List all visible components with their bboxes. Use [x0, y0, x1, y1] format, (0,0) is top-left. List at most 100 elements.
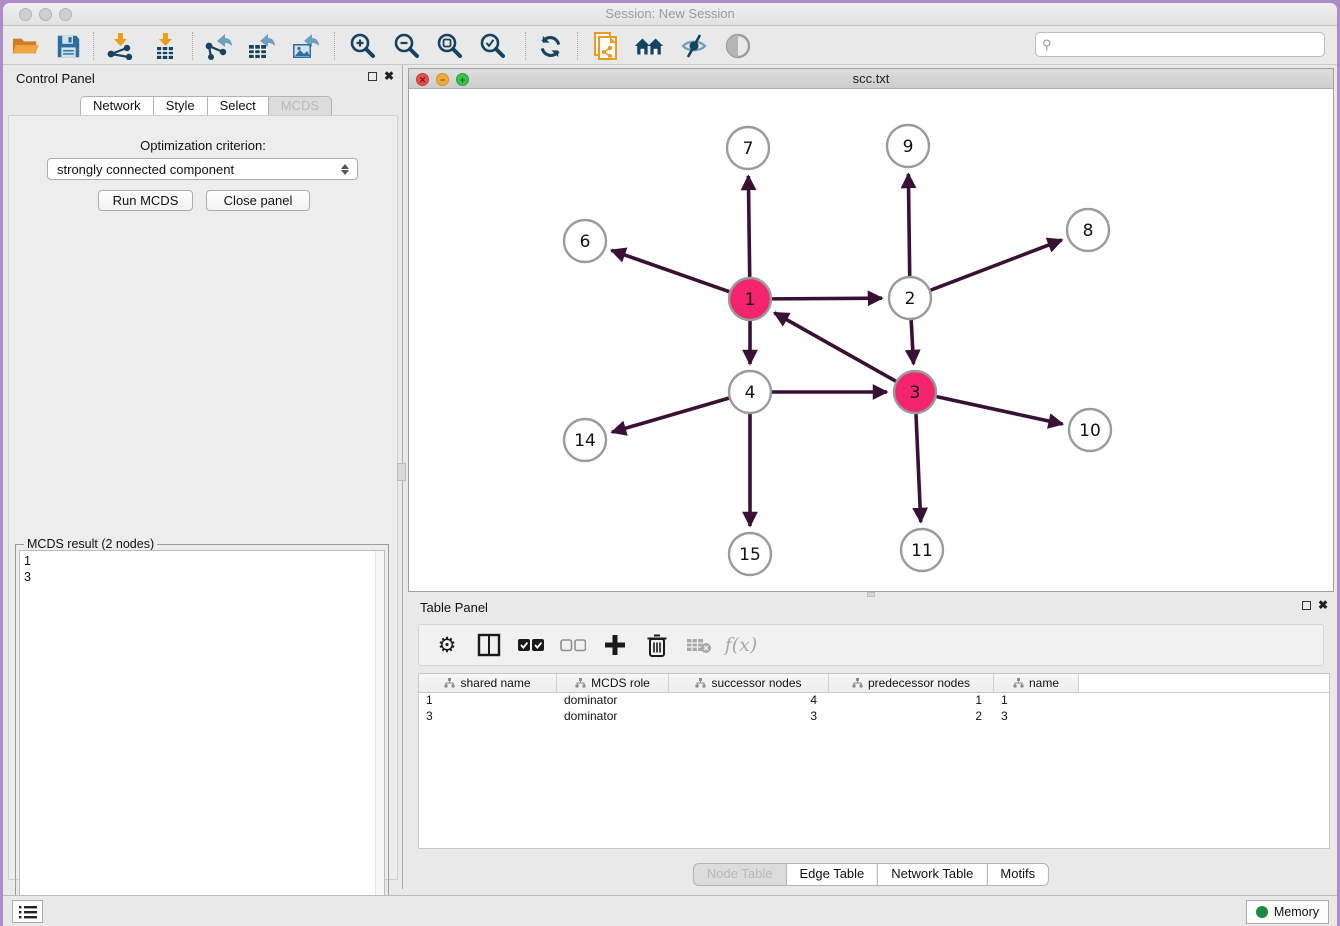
cell-successor-nodes[interactable]: 3 [669, 709, 829, 725]
show-all-button[interactable] [721, 30, 755, 62]
zoom-fit-button[interactable] [432, 30, 466, 62]
graph-node-14[interactable]: 14 [564, 419, 606, 461]
tab-edge-table[interactable]: Edge Table [785, 863, 878, 886]
memory-button[interactable]: Memory [1246, 900, 1329, 924]
zoom-in-button[interactable] [345, 30, 379, 62]
graph-node-4[interactable]: 4 [729, 371, 771, 413]
graph-edge-1-6[interactable] [611, 250, 729, 291]
apply-function-button[interactable]: f(x) [727, 631, 755, 659]
column-type-icon [444, 678, 455, 688]
graph-node-8[interactable]: 8 [1067, 209, 1109, 251]
cell-name[interactable]: 1 [994, 693, 1079, 709]
table-row[interactable]: 1dominator411 [419, 693, 1329, 709]
graph-edge-3-1[interactable] [774, 313, 895, 381]
close-panel-icon[interactable]: ✖ [384, 71, 394, 81]
search-input[interactable] [1052, 38, 1324, 52]
refresh-icon [537, 33, 564, 60]
run-mcds-button[interactable]: Run MCDS [98, 190, 193, 211]
import-network-button[interactable] [103, 30, 137, 62]
column-header-label: MCDS role [591, 676, 650, 690]
tab-node-table[interactable]: Node Table [693, 863, 787, 886]
toolbar-separator [525, 32, 526, 60]
graph-edge-2-3[interactable] [911, 320, 913, 364]
mcds-tab-content: Optimization criterion: strongly connect… [8, 115, 398, 880]
table-tabs: Node TableEdge TableNetwork TableMotifs [693, 863, 1049, 886]
cell-successor-nodes[interactable]: 4 [669, 693, 829, 709]
graph-edge-4-14[interactable] [612, 398, 729, 432]
export-network-button[interactable] [201, 30, 235, 62]
duplicate-network-button[interactable] [588, 30, 622, 62]
close-panel-button[interactable]: Close panel [206, 190, 310, 211]
select-all-button[interactable] [517, 631, 545, 659]
delete-table-button[interactable] [685, 631, 713, 659]
cell-shared-name[interactable]: 3 [419, 709, 557, 725]
cell-predecessor-nodes[interactable]: 1 [829, 693, 994, 709]
graph-node-10[interactable]: 10 [1069, 409, 1111, 451]
table-panel-title: Table Panel [420, 600, 488, 615]
deselect-all-button[interactable] [559, 631, 587, 659]
graph-edge-2-8[interactable] [931, 240, 1062, 290]
float-table-panel-icon[interactable] [1302, 601, 1311, 610]
graph-edge-1-2[interactable] [772, 298, 882, 299]
graph-node-11[interactable]: 11 [901, 529, 943, 571]
save-session-button[interactable] [51, 30, 85, 62]
column-header-shared-name[interactable]: shared name [419, 674, 557, 692]
tab-style[interactable]: Style [153, 96, 208, 117]
graph-edge-3-11[interactable] [916, 414, 921, 522]
graph-node-3[interactable]: 3 [894, 371, 936, 413]
hide-selected-button[interactable] [676, 30, 710, 62]
column-header-MCDS-role[interactable]: MCDS role [557, 674, 669, 692]
table-settings-button[interactable]: ⚙ [433, 631, 461, 659]
graph-node-9[interactable]: 9 [887, 125, 929, 167]
column-header-name[interactable]: name [994, 674, 1079, 692]
table-row[interactable]: 3dominator323 [419, 709, 1329, 725]
split-columns-button[interactable] [475, 631, 503, 659]
cell-MCDS-role[interactable]: dominator [557, 709, 669, 725]
mcds-result-text[interactable]: 1 3 [19, 550, 385, 916]
cell-shared-name[interactable]: 1 [419, 693, 557, 709]
import-table-button[interactable] [148, 30, 182, 62]
graph-node-15[interactable]: 15 [729, 533, 771, 575]
zoom-out-button[interactable] [389, 30, 423, 62]
tab-network[interactable]: Network [80, 96, 154, 117]
memory-status-icon [1256, 906, 1268, 918]
import-network-icon [105, 32, 135, 60]
cell-MCDS-role[interactable]: dominator [557, 693, 669, 709]
svg-text:1: 1 [745, 290, 756, 310]
delete-column-button[interactable] [643, 631, 671, 659]
export-table-button[interactable] [244, 30, 278, 62]
graph-edge-3-10[interactable] [936, 397, 1062, 424]
tab-network-table[interactable]: Network Table [877, 863, 987, 886]
network-window-title: scc.txt [409, 71, 1333, 86]
toolbar-separator [334, 32, 335, 60]
optimization-criterion-dropdown[interactable]: strongly connected component [47, 158, 358, 180]
home-button[interactable] [632, 30, 666, 62]
add-column-button[interactable] [601, 631, 629, 659]
tab-mcds[interactable]: MCDS [268, 96, 332, 117]
column-header-successor-nodes[interactable]: successor nodes [669, 674, 829, 692]
network-view[interactable]: 7 9 6 8 1 2 4 3 14 10 15 11 [409, 90, 1333, 591]
save-icon [56, 34, 81, 59]
cell-predecessor-nodes[interactable]: 2 [829, 709, 994, 725]
tab-select[interactable]: Select [207, 96, 269, 117]
task-history-button[interactable] [12, 900, 43, 923]
graph-node-7[interactable]: 7 [727, 127, 769, 169]
graph-edge-1-7[interactable] [748, 176, 749, 277]
splitter-grip[interactable] [397, 463, 406, 481]
cell-name[interactable]: 3 [994, 709, 1079, 725]
result-scrollbar[interactable] [375, 551, 384, 915]
column-type-icon [852, 678, 863, 688]
close-table-panel-icon[interactable]: ✖ [1318, 600, 1328, 610]
graph-node-2[interactable]: 2 [889, 277, 931, 319]
graph-node-1[interactable]: 1 [729, 278, 771, 320]
tab-motifs[interactable]: Motifs [986, 863, 1049, 886]
float-panel-icon[interactable] [368, 72, 377, 81]
zoom-selected-button[interactable] [475, 30, 509, 62]
refresh-button[interactable] [533, 30, 567, 62]
open-session-button[interactable] [8, 30, 42, 62]
search-icon: ⚲ [1042, 37, 1052, 53]
export-image-button[interactable] [288, 30, 322, 62]
graph-edge-2-9[interactable] [908, 174, 909, 276]
graph-node-6[interactable]: 6 [564, 220, 606, 262]
column-header-predecessor-nodes[interactable]: predecessor nodes [829, 674, 994, 692]
